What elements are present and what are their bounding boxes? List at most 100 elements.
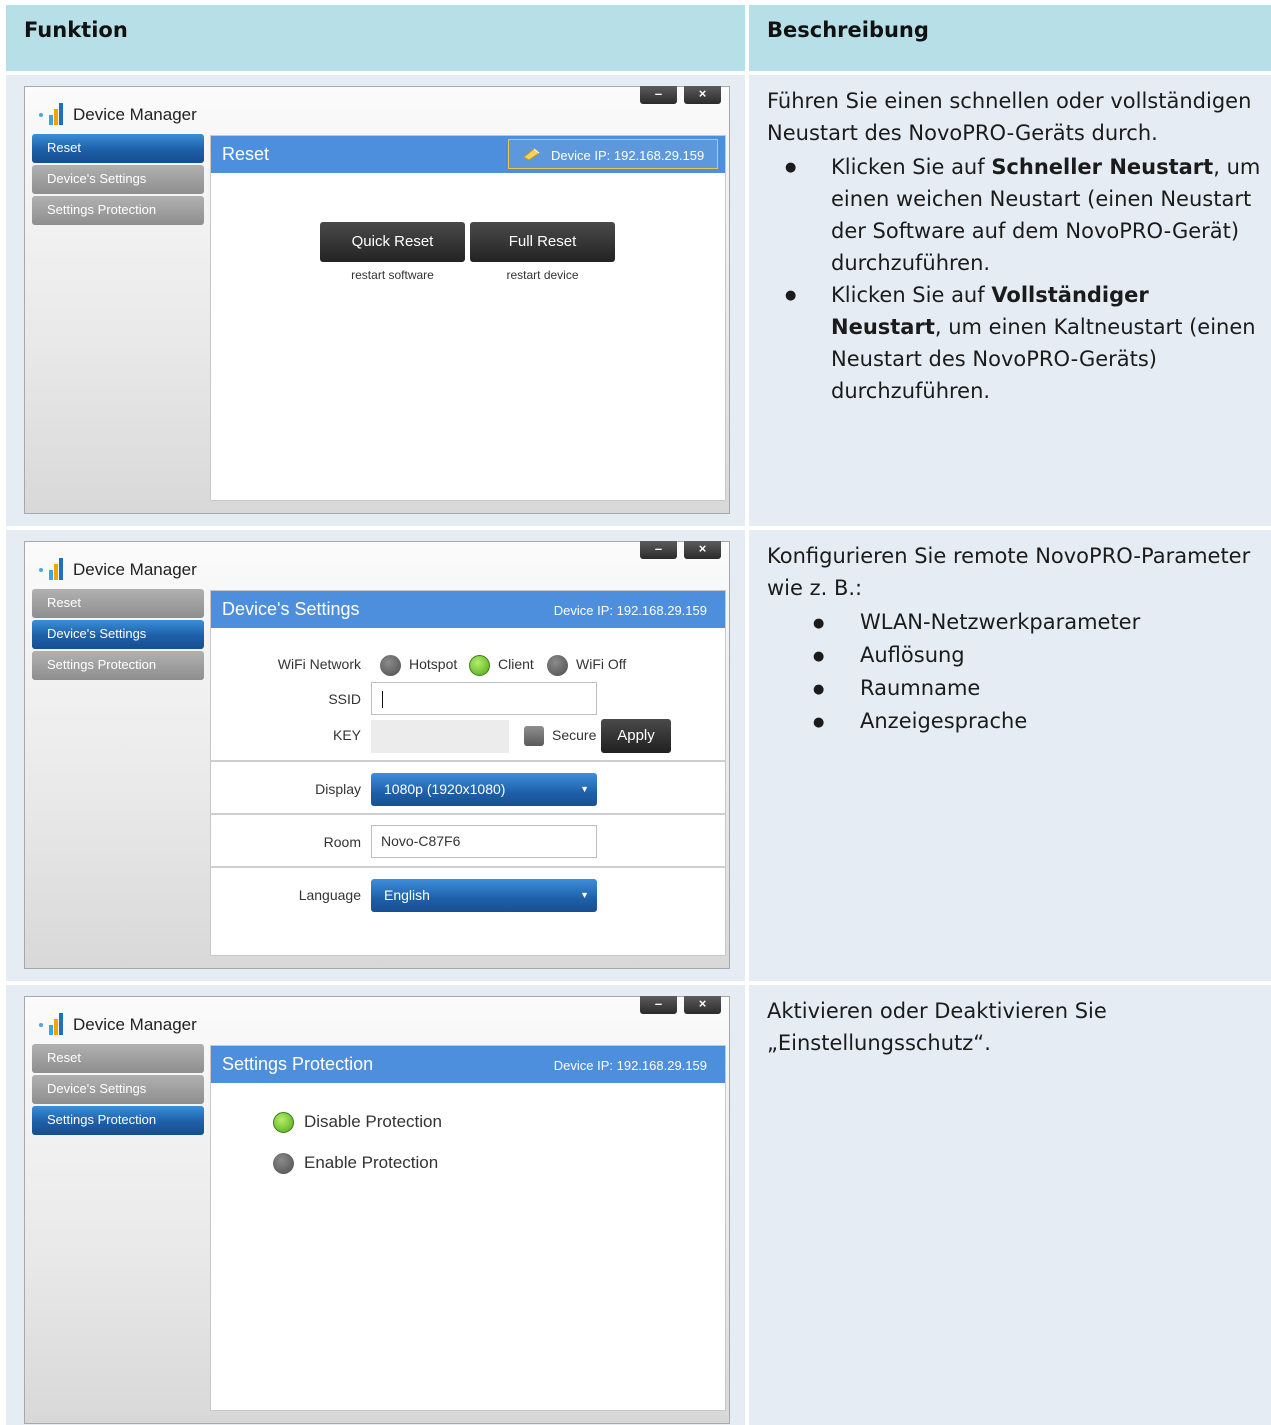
close-button[interactable]: × [684, 996, 721, 1014]
list-item: Raumname [767, 672, 1261, 706]
key-input[interactable] [371, 720, 509, 753]
panel-title: Reset [222, 144, 270, 164]
nav-settings-protection[interactable]: Settings Protection [32, 196, 204, 225]
device-manager-window: – × Device Manager Reset Device's Settin… [24, 541, 730, 969]
app-title-text: Device Manager [73, 105, 197, 124]
close-button[interactable]: × [684, 86, 721, 104]
wifi-network-label: WiFi Network [277, 656, 361, 672]
nav-settings-protection[interactable]: Settings Protection [32, 651, 204, 680]
row1-intro-text: Führen Sie einen schnellen oder vollstän… [767, 89, 1252, 145]
nav-settings-protection[interactable]: Settings Protection [32, 1106, 204, 1135]
room-label: Room [323, 834, 361, 850]
list-item: Klicken Sie auf Schneller Neustart, um e… [767, 151, 1261, 279]
panel-title: Device's Settings [222, 599, 360, 619]
apply-button[interactable]: Apply [601, 719, 671, 753]
full-reset-button[interactable]: Full Reset [470, 222, 615, 262]
ssid-input[interactable] [371, 682, 597, 715]
list-item: Anzeigesprache [767, 705, 1261, 739]
list-item: WLAN-Netzwerkparameter [767, 606, 1261, 640]
full-reset-caption: restart device [506, 268, 579, 282]
device-manager-window: – × Device Manager Reset Device's Settin… [24, 996, 730, 1424]
header-function-label: Funktion [24, 18, 128, 42]
hotspot-radio[interactable] [380, 655, 401, 676]
dropdown-arrow-icon: ▼ [580, 890, 589, 900]
settings-panel: Device's Settings Device IP: 192.168.29.… [210, 590, 726, 956]
row2-description-cell: Konfigurieren Sie remote NovoPRO-Paramet… [749, 530, 1271, 981]
app-title: Device Manager [37, 558, 197, 582]
dropdown-arrow-icon: ▼ [580, 784, 589, 794]
quick-reset-caption: restart software [351, 268, 434, 282]
nav-device-settings[interactable]: Device's Settings [32, 620, 204, 649]
ssid-label: SSID [328, 691, 361, 707]
device-ip-text: Device IP: 192.168.29.159 [553, 1058, 707, 1073]
language-select-value: English [384, 887, 430, 903]
nav-device-settings[interactable]: Device's Settings [32, 165, 204, 194]
feature-table: Funktion Beschreibung – × Device Manager… [6, 5, 1271, 1425]
row1-description: Führen Sie einen schnellen oder vollstän… [767, 85, 1261, 407]
row3-function-cell: – × Device Manager Reset Device's Settin… [6, 985, 745, 1425]
panel-header: Reset Device IP: 192.168.29.159 [211, 136, 725, 173]
bullet-text: Klicken Sie auf [831, 155, 992, 179]
pencil-icon [523, 148, 540, 161]
device-manager-logo-icon [37, 558, 67, 582]
language-label: Language [298, 887, 361, 903]
device-manager-window: – × Device Manager Reset Device's Settin… [24, 86, 730, 514]
panel-header: Settings Protection Device IP: 192.168.2… [211, 1046, 725, 1083]
wifi-off-label: WiFi Off [576, 656, 627, 672]
app-title: Device Manager [37, 103, 197, 127]
row1-bullet-list: Klicken Sie auf Schneller Neustart, um e… [767, 151, 1261, 407]
nav-reset[interactable]: Reset [32, 1044, 204, 1073]
display-select[interactable]: 1080p (1920x1080) ▼ [371, 773, 597, 806]
close-button[interactable]: × [684, 541, 721, 559]
bullet-text: Klicken Sie auf [831, 283, 992, 307]
header-description-label: Beschreibung [767, 18, 929, 42]
display-select-value: 1080p (1920x1080) [384, 781, 506, 797]
row1-description-cell: Führen Sie einen schnellen oder vollstän… [749, 75, 1271, 526]
row2-function-cell: – × Device Manager Reset Device's Settin… [6, 530, 745, 981]
row1-function-cell: – × Device Manager Reset Device's Settin… [6, 75, 745, 526]
app-title: Device Manager [37, 1013, 197, 1037]
row3-description-cell: Aktivieren oder Deaktivieren Sie „Einste… [749, 985, 1271, 1425]
panel-header: Device's Settings Device IP: 192.168.29.… [211, 591, 725, 628]
divider [211, 813, 725, 815]
protection-panel: Settings Protection Device IP: 192.168.2… [210, 1045, 726, 1411]
room-input[interactable]: Novo-C87F6 [371, 825, 597, 858]
row3-description: Aktivieren oder Deaktivieren Sie „Einste… [767, 995, 1261, 1059]
secure-checkbox[interactable] [524, 726, 544, 746]
row3-description-text: Aktivieren oder Deaktivieren Sie „Einste… [767, 999, 1107, 1055]
wifi-off-radio[interactable] [547, 655, 568, 676]
panel-title: Settings Protection [222, 1054, 374, 1074]
row2-intro-text: Konfigurieren Sie remote NovoPRO-Paramet… [767, 544, 1251, 600]
secure-label: Secure [552, 727, 597, 743]
client-radio[interactable] [469, 655, 490, 676]
text-cursor [382, 690, 383, 708]
app-title-text: Device Manager [73, 1015, 197, 1034]
disable-protection-radio[interactable] [273, 1112, 294, 1133]
list-item: Klicken Sie auf Vollständiger Neustart, … [767, 279, 1261, 407]
hotspot-label: Hotspot [409, 656, 458, 672]
quick-reset-button[interactable]: Quick Reset [320, 222, 465, 262]
reset-panel: Reset Device IP: 192.168.29.159 Quick Re… [210, 135, 726, 501]
device-ip-text: Device IP: 192.168.29.159 [551, 148, 705, 163]
bullet-bold-text: Schneller Neustart [991, 155, 1214, 179]
list-item: Auflösung [767, 639, 1261, 673]
device-manager-logo-icon [37, 1013, 67, 1037]
minimize-button[interactable]: – [640, 541, 677, 559]
language-select[interactable]: English ▼ [371, 879, 597, 912]
app-title-text: Device Manager [73, 560, 197, 579]
device-ip-badge: Device IP: 192.168.29.159 [508, 139, 718, 169]
client-label: Client [498, 656, 534, 672]
row2-description: Konfigurieren Sie remote NovoPRO-Paramet… [767, 540, 1261, 739]
device-ip-text: Device IP: 192.168.29.159 [553, 603, 707, 618]
minimize-button[interactable]: – [640, 996, 677, 1014]
row2-bullet-list: WLAN-Netzwerkparameter Auflösung Raumnam… [767, 606, 1261, 739]
device-manager-logo-icon [37, 103, 67, 127]
enable-protection-label: Enable Protection [304, 1153, 439, 1172]
nav-reset[interactable]: Reset [32, 589, 204, 618]
minimize-button[interactable]: – [640, 86, 677, 104]
enable-protection-radio[interactable] [273, 1153, 294, 1174]
divider [211, 760, 725, 762]
divider [211, 866, 725, 868]
nav-reset[interactable]: Reset [32, 134, 204, 163]
nav-device-settings[interactable]: Device's Settings [32, 1075, 204, 1104]
